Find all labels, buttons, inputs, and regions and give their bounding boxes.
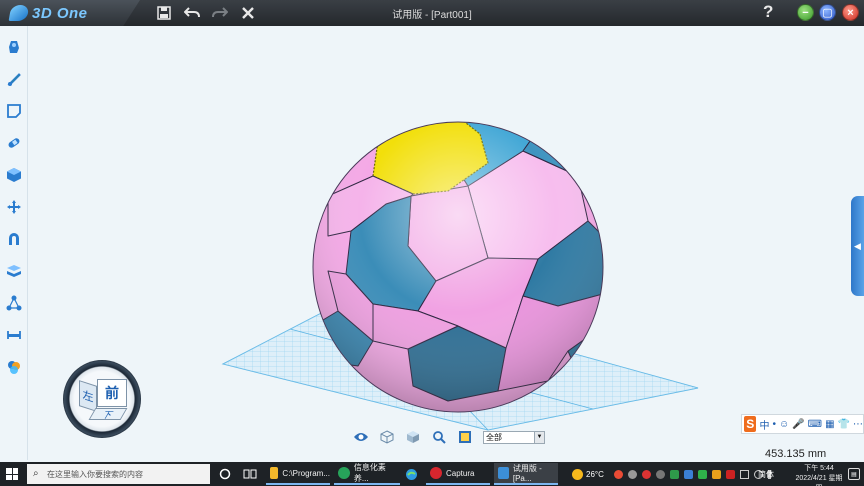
chevron-down-icon: ▼ [534,432,544,443]
left-toolbar [0,26,28,460]
tray-app-icon[interactable] [614,469,623,479]
minimize-icon: − [802,6,809,19]
taskbar-app-3done[interactable]: 试用版 - [Pa... [494,463,558,485]
input-language[interactable]: 简体 [758,467,774,481]
logo-icon [8,5,30,21]
taskbar-app-browser[interactable]: 信息化素养... [334,463,400,485]
taskbar-clock[interactable]: 下午 5:44 2022/4/21 星期四 [794,464,844,486]
windows-start-icon[interactable] [6,468,18,480]
filter-select[interactable]: 全部 ▼ [483,431,545,444]
sogou-logo-icon[interactable]: S [744,416,757,432]
tray-app-icon[interactable] [684,469,693,479]
close-icon: × [847,6,854,19]
tray-app-icon[interactable] [642,469,651,479]
task-label: 试用版 - [Pa... [512,464,542,483]
ime-emoji-icon[interactable]: ☺ [779,419,789,430]
task-label: Captura [446,468,475,478]
cube-face-front[interactable]: 前 [97,379,127,407]
ime-more-icon[interactable]: ⋯ [853,419,863,430]
color-render-icon[interactable] [5,358,23,376]
weather-widget[interactable]: 26°C [572,467,604,481]
app-logo[interactable]: 3D One [8,3,88,23]
taskbar-app-explorer[interactable]: C:\Program... [266,463,330,485]
measure-icon[interactable] [5,326,23,344]
sun-icon [572,468,583,480]
basic-solid-icon[interactable] [5,38,23,56]
display-icon[interactable] [740,469,749,479]
tray-app-icon[interactable] [628,469,637,479]
ime-toolbox-icon[interactable]: ▦ [825,419,834,430]
maximize-icon: ▢ [822,7,833,19]
title-bar: 3D One 试用版 - [Part001] ? − ▢ × [0,0,864,26]
search-icon: ⌕ [33,468,39,479]
close-x-icon[interactable] [238,3,258,23]
captura-icon [430,467,442,479]
redo-icon[interactable] [210,3,230,23]
notification-icon[interactable]: ▤ [848,468,860,480]
ime-punct-icon[interactable]: • [772,419,776,430]
right-panel-toggle[interactable]: ◀ [851,196,864,296]
system-tray [614,467,777,481]
special-feature-icon[interactable] [5,134,23,152]
measurement-readout: 453.135 mm [765,448,827,460]
ime-toolbar[interactable]: S 中 • ☺ 🎤 ⌨ ▦ 👕 ⋯ [741,414,864,434]
help-button[interactable]: ? [763,2,773,22]
edge-icon[interactable] [404,467,418,481]
windows-taskbar: ⌕ 在这里输入你要搜索的内容 C:\Program... 信息化素养... Ca… [0,462,864,486]
ime-skin-icon[interactable]: 👕 [838,419,850,430]
3done-app-icon [498,467,509,479]
close-button[interactable]: × [842,4,859,21]
sketch-icon[interactable] [5,70,23,88]
zoom-icon[interactable] [430,429,448,445]
weather-temp: 26°C [586,469,604,479]
filter-select-value: 全部 [486,433,502,442]
view-toolbar [352,428,474,446]
pattern-icon[interactable] [5,262,23,280]
tray-app-icon[interactable] [726,469,735,479]
browser-icon [338,467,350,479]
shaded-cube-icon[interactable] [404,429,422,445]
wireframe-cube-icon[interactable] [378,429,396,445]
model-scene[interactable] [28,26,864,460]
ime-voice-icon[interactable]: 🎤 [792,419,804,430]
undo-icon[interactable] [182,3,202,23]
arrow-left-icon: ◀ [854,240,861,251]
maximize-button[interactable]: ▢ [819,4,836,21]
eye-icon[interactable] [352,429,370,445]
quick-access-toolbar [154,3,258,23]
task-label: 信息化素养... [353,463,386,483]
save-icon[interactable] [154,3,174,23]
task-label: C:\Program... [282,468,330,478]
cube-face-left[interactable]: 左 [79,380,97,412]
taskbar-search-box[interactable]: ⌕ 在这里输入你要搜索的内容 [27,464,210,484]
filter-icon[interactable] [456,429,474,445]
tray-app-icon[interactable] [656,469,665,479]
combine-icon[interactable] [5,230,23,248]
wechat-icon[interactable] [698,469,707,479]
shield-icon[interactable] [712,469,721,479]
ime-lang[interactable]: 中 [759,417,769,432]
ime-keyboard-icon[interactable]: ⌨ [808,419,822,430]
3d-viewport[interactable] [28,26,864,460]
tray-app-icon[interactable] [670,469,679,479]
feature-modify-icon[interactable] [5,166,23,184]
cortana-icon[interactable] [218,467,232,481]
search-placeholder: 在这里输入你要搜索的内容 [47,469,143,479]
taskbar-app-captura[interactable]: Captura [426,463,490,485]
sketch-edit-icon[interactable] [5,102,23,120]
logo-text: 3D One [32,4,88,22]
clock-date: 2022/4/21 星期四 [795,475,843,486]
clock-time: 下午 5:44 [804,465,834,472]
minimize-button[interactable]: − [797,4,814,21]
task-view-icon[interactable] [243,467,257,481]
group-icon[interactable] [5,294,23,312]
folder-icon [270,467,279,479]
transform-icon[interactable] [5,198,23,216]
